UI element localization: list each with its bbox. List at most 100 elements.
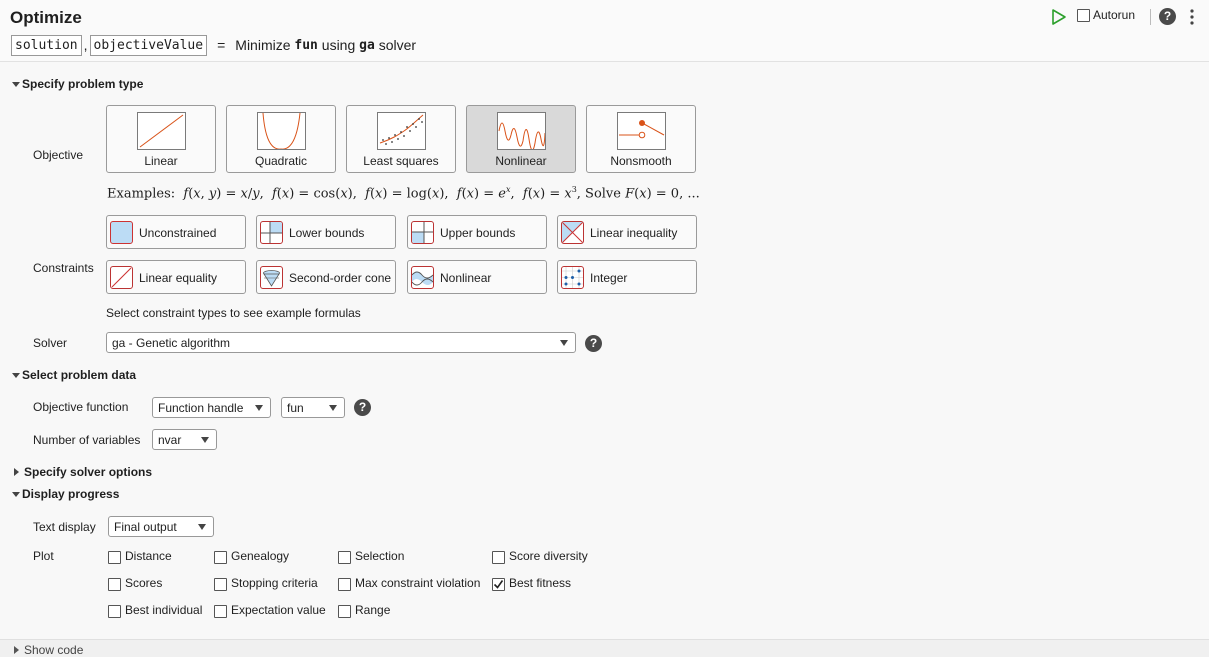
num-vars-dropdown[interactable]: nvar bbox=[152, 429, 217, 450]
show-code-toggle[interactable]: Show code bbox=[12, 643, 83, 657]
collapse-triangle-icon bbox=[12, 81, 20, 87]
chevron-down-icon bbox=[329, 405, 337, 411]
plot-distance-checkbox[interactable] bbox=[108, 551, 121, 564]
show-code-label: Show code bbox=[24, 643, 84, 657]
plot-stopping-criteria-label: Stopping criteria bbox=[231, 576, 318, 590]
help-icon[interactable]: ? bbox=[1159, 8, 1176, 25]
objective-type-dropdown[interactable]: Function handle bbox=[152, 397, 271, 418]
constraints-label: Constraints bbox=[33, 261, 94, 275]
chevron-down-icon bbox=[255, 405, 263, 411]
objective-nonsmooth-button[interactable]: Nonsmooth bbox=[586, 105, 696, 173]
constraint-unconstrained-label: Unconstrained bbox=[139, 226, 217, 240]
objective-quadratic-button[interactable]: Quadratic bbox=[226, 105, 336, 173]
objective-nonlinear-button[interactable]: Nonlinear bbox=[466, 105, 576, 173]
section-display-progress-label: Display progress bbox=[22, 487, 120, 501]
quadratic-plot-icon bbox=[257, 112, 306, 150]
section-problem-type[interactable]: Specify problem type bbox=[12, 77, 143, 91]
plot-genealogy-label: Genealogy bbox=[231, 549, 290, 563]
solver-help-icon[interactable]: ? bbox=[585, 335, 602, 352]
constraint-linear-inequality-button[interactable]: Linear inequality bbox=[557, 215, 697, 249]
collapse-triangle-icon bbox=[12, 491, 20, 497]
section-solver-options[interactable]: Specify solver options bbox=[12, 465, 152, 479]
constraint-nonlinear-button[interactable]: Nonlinear bbox=[407, 260, 547, 294]
objective-type-value: Function handle bbox=[158, 401, 244, 415]
section-problem-data[interactable]: Select problem data bbox=[12, 368, 136, 382]
expand-triangle-icon bbox=[14, 646, 19, 654]
objective-least-squares-button[interactable]: Least squares bbox=[346, 105, 456, 173]
objective-nonsmooth-label: Nonsmooth bbox=[610, 154, 672, 168]
chevron-down-icon bbox=[198, 524, 206, 530]
section-solver-options-label: Specify solver options bbox=[24, 465, 153, 479]
objective-label: Objective bbox=[33, 148, 84, 162]
autorun-checkbox[interactable] bbox=[1077, 9, 1090, 22]
plot-max-constraint-violation-label: Max constraint violation bbox=[355, 576, 481, 590]
output-comma: , bbox=[83, 37, 88, 53]
examples-prefix: Examples: bbox=[107, 186, 176, 202]
plot-best-individual-checkbox[interactable] bbox=[108, 605, 121, 618]
linear-plot-icon bbox=[137, 112, 186, 150]
nonsmooth-plot-icon bbox=[617, 112, 666, 150]
plot-best-fitness-label: Best fitness bbox=[509, 576, 572, 590]
expand-triangle-icon bbox=[14, 468, 19, 476]
plot-best-fitness-checkbox[interactable] bbox=[492, 578, 505, 591]
text-display-label: Text display bbox=[33, 520, 96, 534]
objective-fun-dropdown[interactable]: fun bbox=[281, 397, 345, 418]
num-vars-value: nvar bbox=[158, 433, 182, 447]
plot-range-label: Range bbox=[355, 603, 391, 617]
plot-stopping-criteria-checkbox[interactable] bbox=[214, 578, 227, 591]
plot-selection-checkbox[interactable] bbox=[338, 551, 351, 564]
plot-distance-label: Distance bbox=[125, 549, 172, 563]
constraint-linear-equality-button[interactable]: Linear equality bbox=[106, 260, 246, 294]
examples-solve: Solve bbox=[585, 186, 621, 202]
plot-range-checkbox[interactable] bbox=[338, 605, 351, 618]
second-order-cone-icon bbox=[260, 266, 283, 289]
objective-nonlinear-label: Nonlinear bbox=[495, 154, 547, 168]
constraint-lower-bounds-button[interactable]: Lower bounds bbox=[256, 215, 396, 249]
constraint-unconstrained-button[interactable]: Unconstrained bbox=[106, 215, 246, 249]
objective-fun-value: fun bbox=[287, 401, 304, 415]
constraints-hint: Select constraint types to see example f… bbox=[106, 306, 361, 320]
footer-bar bbox=[0, 639, 1209, 657]
section-problem-data-label: Select problem data bbox=[22, 368, 137, 382]
constraint-integer-label: Integer bbox=[590, 271, 628, 285]
output-solution[interactable]: solution bbox=[11, 34, 82, 56]
constraint-lower-bounds-label: Lower bounds bbox=[289, 226, 365, 240]
plot-max-constraint-violation-checkbox[interactable] bbox=[338, 578, 351, 591]
summary-minimize: Minimize bbox=[235, 37, 291, 53]
upper-bounds-icon bbox=[411, 221, 434, 244]
solver-dropdown[interactable]: ga - Genetic algorithm bbox=[106, 332, 576, 353]
constraint-integer-button[interactable]: Integer bbox=[557, 260, 697, 294]
integer-icon bbox=[561, 266, 584, 289]
kebab-menu-icon[interactable] bbox=[1186, 8, 1198, 26]
constraint-second-order-cone-button[interactable]: Second-order cone bbox=[256, 260, 396, 294]
linear-equality-icon bbox=[110, 266, 133, 289]
plot-expectation-value-label: Expectation value bbox=[231, 603, 326, 617]
text-display-dropdown[interactable]: Final output bbox=[108, 516, 214, 537]
section-display-progress[interactable]: Display progress bbox=[12, 487, 119, 501]
plot-scores-label: Scores bbox=[125, 576, 163, 590]
nonlinear-constraint-icon bbox=[411, 266, 434, 289]
objective-linear-label: Linear bbox=[144, 154, 178, 168]
toolbar-divider bbox=[1150, 9, 1151, 25]
num-vars-label: Number of variables bbox=[33, 433, 141, 447]
chevron-down-icon bbox=[201, 437, 209, 443]
summary-solver-word: solver bbox=[378, 37, 417, 53]
objective-help-icon[interactable]: ? bbox=[354, 399, 371, 416]
plot-genealogy-checkbox[interactable] bbox=[214, 551, 227, 564]
output-objective-value[interactable]: objectiveValue bbox=[89, 34, 208, 56]
plot-selection-label: Selection bbox=[355, 549, 405, 563]
play-icon bbox=[1052, 9, 1066, 25]
constraint-upper-bounds-label: Upper bounds bbox=[440, 226, 516, 240]
run-button[interactable] bbox=[1050, 8, 1067, 26]
objective-function-label: Objective function bbox=[33, 400, 129, 414]
plot-expectation-value-checkbox[interactable] bbox=[214, 605, 227, 618]
objective-linear-button[interactable]: Linear bbox=[106, 105, 216, 173]
solver-label: Solver bbox=[33, 336, 68, 350]
objective-examples: Examples: f(x, y) = x/y, f(x) = cos(x), … bbox=[107, 185, 700, 202]
autorun-label: Autorun bbox=[1093, 8, 1136, 22]
plot-score-diversity-checkbox[interactable] bbox=[492, 551, 505, 564]
plot-label: Plot bbox=[33, 549, 54, 563]
objective-least-squares-label: Least squares bbox=[363, 154, 439, 168]
plot-scores-checkbox[interactable] bbox=[108, 578, 121, 591]
constraint-upper-bounds-button[interactable]: Upper bounds bbox=[407, 215, 547, 249]
